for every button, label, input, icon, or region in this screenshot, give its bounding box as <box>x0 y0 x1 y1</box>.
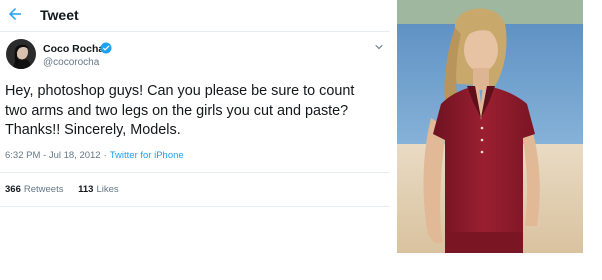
likes-label: Likes <box>96 184 119 195</box>
tweet-text: Hey, photoshop guys! Can you please be s… <box>5 83 355 138</box>
tweet-timestamp[interactable]: 6:32 PM - Jul 18, 2012 <box>5 150 101 161</box>
tweet-panel: Tweet Coco Rocha @cocorocha Hey, photosh… <box>0 0 390 280</box>
retweets-label: Retweets <box>23 184 64 195</box>
likes-count: 113 <box>78 184 94 195</box>
back-arrow-icon[interactable] <box>6 5 24 23</box>
retweets-stat[interactable]: 366 Retweets <box>5 184 63 195</box>
header-title: Tweet <box>40 7 79 23</box>
chevron-down-icon[interactable] <box>373 41 385 53</box>
likes-stat[interactable]: 113 Likes <box>78 184 119 195</box>
avatar[interactable] <box>6 39 36 69</box>
divider <box>0 172 390 173</box>
tweet-header: Tweet <box>0 0 390 32</box>
meta-separator: · <box>103 150 107 161</box>
divider <box>0 206 390 207</box>
model-photo <box>397 0 583 253</box>
tweet-meta: 6:32 PM - Jul 18, 2012 · Twitter for iPhon… <box>5 150 184 161</box>
tweet-stats: 366 Retweets 113 Likes <box>5 184 131 195</box>
author-display-name[interactable]: Coco Rocha <box>43 43 104 55</box>
author-handle[interactable]: @cocorocha <box>43 57 99 68</box>
retweets-count: 366 <box>5 184 21 195</box>
verified-badge-icon <box>100 42 112 54</box>
tweet-source-link[interactable]: Twitter for iPhone <box>110 150 184 161</box>
